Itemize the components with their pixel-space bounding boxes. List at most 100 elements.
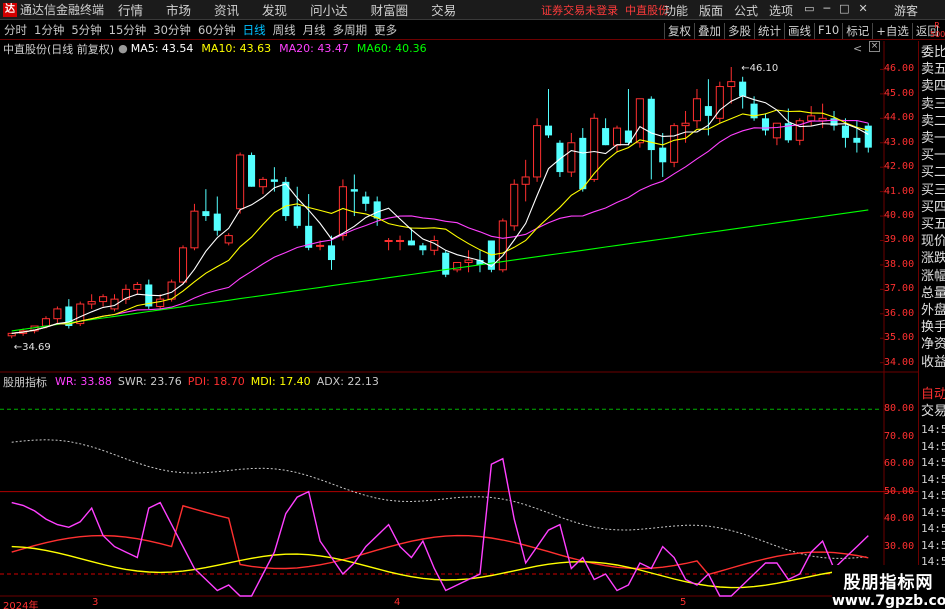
ma20-value: MA20: 43.47 — [279, 42, 349, 55]
stock-title[interactable]: 中直股份(日线 前复权) — [3, 41, 114, 57]
price-tick-label: 36.00 — [884, 307, 915, 319]
window-icon[interactable]: ▭ — [804, 2, 814, 19]
maximize-icon[interactable]: □ — [839, 2, 849, 19]
wr-value: WR: 33.88 — [55, 375, 112, 388]
indicator-tick-label: 50.00 — [884, 485, 915, 497]
restore-rights-button[interactable]: 复权 — [664, 23, 694, 39]
candle-body-up — [99, 296, 108, 303]
tab-15min[interactable]: 15分钟 — [109, 22, 147, 38]
ma5-value: MA5: 43.54 — [130, 42, 194, 55]
close-icon[interactable]: ✕ — [859, 2, 868, 19]
settings-circle-icon[interactable]: ● — [118, 42, 128, 55]
candle-body-up — [521, 176, 530, 185]
indicator-tick-label: 80.00 — [884, 403, 915, 415]
trade-label[interactable]: 交易 — [921, 404, 945, 419]
candle-body-up — [190, 210, 199, 249]
price-tick-label: 43.00 — [884, 136, 915, 148]
tab-weekly[interactable]: 周线 — [273, 22, 296, 38]
tab-timeshare[interactable]: 分时 — [4, 22, 27, 38]
price-legend: 中直股份(日线 前复权) ● MA5: 43.54 MA10: 43.63 MA… — [0, 41, 427, 56]
high-price-label: ←46.10 — [741, 63, 778, 74]
candle-body-down — [544, 125, 553, 136]
menu-item-discover[interactable]: 发现 — [262, 0, 287, 19]
quote-field-label: 现价 — [921, 234, 945, 250]
menu-item-trade[interactable]: 交易 — [431, 0, 456, 19]
auto-trade-label[interactable]: 自动 — [921, 387, 945, 402]
chart-canvas[interactable]: ←46.10 ←34.69 — [0, 0, 945, 609]
candle-body-down — [373, 201, 381, 219]
pdi-value: PDI: 18.70 — [187, 375, 245, 388]
indicator-tick-label: 30.00 — [884, 540, 915, 552]
stats-button[interactable]: 统计 — [754, 23, 784, 39]
date-label-april: 4 — [394, 597, 401, 608]
menu-item-formula[interactable]: 公式 — [734, 2, 758, 19]
draw-line-button[interactable]: 画线 — [784, 23, 814, 39]
quote-field-label: 卖二 — [921, 113, 945, 129]
tab-30min[interactable]: 30分钟 — [153, 22, 191, 38]
candle-body-down — [350, 189, 358, 192]
candle-body-down — [419, 245, 427, 251]
chevron-left-icon[interactable]: < — [853, 42, 862, 55]
wr-line — [11, 457, 869, 597]
candle-body-up — [807, 115, 816, 122]
chart-tools: 复权 叠加 多股 统计 画线 F10 标记 +自选 返回 — [664, 23, 942, 39]
tab-60min[interactable]: 60分钟 — [198, 22, 236, 38]
minimize-icon[interactable]: ─ — [823, 2, 830, 19]
candle-body-down — [442, 252, 450, 275]
period-toolbar: 分时 1分钟 5分钟 15分钟 30分钟 60分钟 日线 周线 月线 多周期 更… — [0, 21, 945, 40]
tick-time: 14:56 — [921, 439, 945, 453]
menu-item-ask[interactable]: 问小达 — [310, 0, 348, 19]
guest-user[interactable]: 游客 — [894, 2, 918, 19]
indicator-name[interactable]: 股朋指标 — [3, 374, 47, 390]
quote-field-label: 换手 — [921, 320, 945, 336]
menu-item-options[interactable]: 选项 — [769, 2, 793, 19]
site-watermark: 股朋指标网 www.7gpzb.com — [832, 565, 945, 609]
tick-time: 14:56 — [921, 538, 945, 552]
candle-body-up — [338, 186, 347, 237]
quote-field-label: 卖一 — [921, 131, 945, 146]
login-notice[interactable]: 证券交易未登录 — [541, 2, 618, 18]
multi-stock-button[interactable]: 多股 — [724, 23, 754, 39]
menu-item-quotes[interactable]: 行情 — [118, 0, 143, 19]
mdi-value: MDI: 17.40 — [250, 375, 311, 388]
price-tick-label: 41.00 — [884, 185, 915, 197]
price-tick-label: 38.00 — [884, 258, 915, 270]
price-tick-label: 46.00 — [884, 63, 915, 75]
tab-multi-period[interactable]: 多周期 — [333, 22, 368, 38]
overlay-button[interactable]: 叠加 — [694, 23, 724, 39]
tab-5min[interactable]: 5分钟 — [71, 22, 101, 38]
quote-field-label: 买一 — [921, 148, 945, 164]
menu-item-market[interactable]: 市场 — [166, 0, 191, 19]
quote-field-label: 卖四 — [921, 79, 945, 95]
quote-field-label: 卖五 — [921, 62, 945, 78]
panel-close-icon[interactable]: × — [869, 41, 880, 52]
mdi-line — [11, 545, 869, 589]
quote-field-label: 买四 — [921, 199, 945, 215]
menu-item-news[interactable]: 资讯 — [214, 0, 239, 19]
menu-item-layout[interactable]: 版面 — [699, 2, 723, 19]
candle-body-up — [567, 142, 576, 173]
quote-field-label: 买三 — [921, 182, 945, 198]
title-bar: 达 通达信金融终端 行情 市场 资讯 发现 问小达 财富圈 交易 证券交易未登录… — [0, 0, 945, 20]
price-tick-label: 39.00 — [884, 234, 915, 246]
ma20-line — [11, 119, 869, 334]
tab-1min[interactable]: 1分钟 — [34, 22, 64, 38]
add-watchlist-button[interactable]: +自选 — [872, 23, 912, 39]
main-menu: 行情 市场 资讯 发现 问小达 财富圈 交易 — [118, 0, 479, 19]
low-price-label: ←34.69 — [14, 342, 51, 353]
tab-monthly[interactable]: 月线 — [303, 22, 326, 38]
candle-body-up — [41, 318, 51, 327]
menu-item-wealth[interactable]: 财富圈 — [371, 0, 409, 19]
price-tick-label: 42.00 — [884, 161, 915, 173]
quote-field-label: 卖三 — [921, 96, 945, 112]
period-tabs: 分时 1分钟 5分钟 15分钟 30分钟 60分钟 日线 周线 月线 多周期 更… — [4, 22, 404, 38]
tab-daily[interactable]: 日线 — [243, 22, 266, 38]
tab-more[interactable]: 更多 — [374, 22, 397, 38]
candle-body-up — [464, 259, 473, 263]
f10-button[interactable]: F10 — [814, 23, 842, 39]
mark-button[interactable]: 标记 — [842, 23, 872, 39]
candle-body-up — [772, 122, 781, 139]
menu-item-function[interactable]: 功能 — [664, 2, 688, 19]
candle-body-up — [681, 122, 690, 127]
candle-body-up — [316, 244, 325, 247]
